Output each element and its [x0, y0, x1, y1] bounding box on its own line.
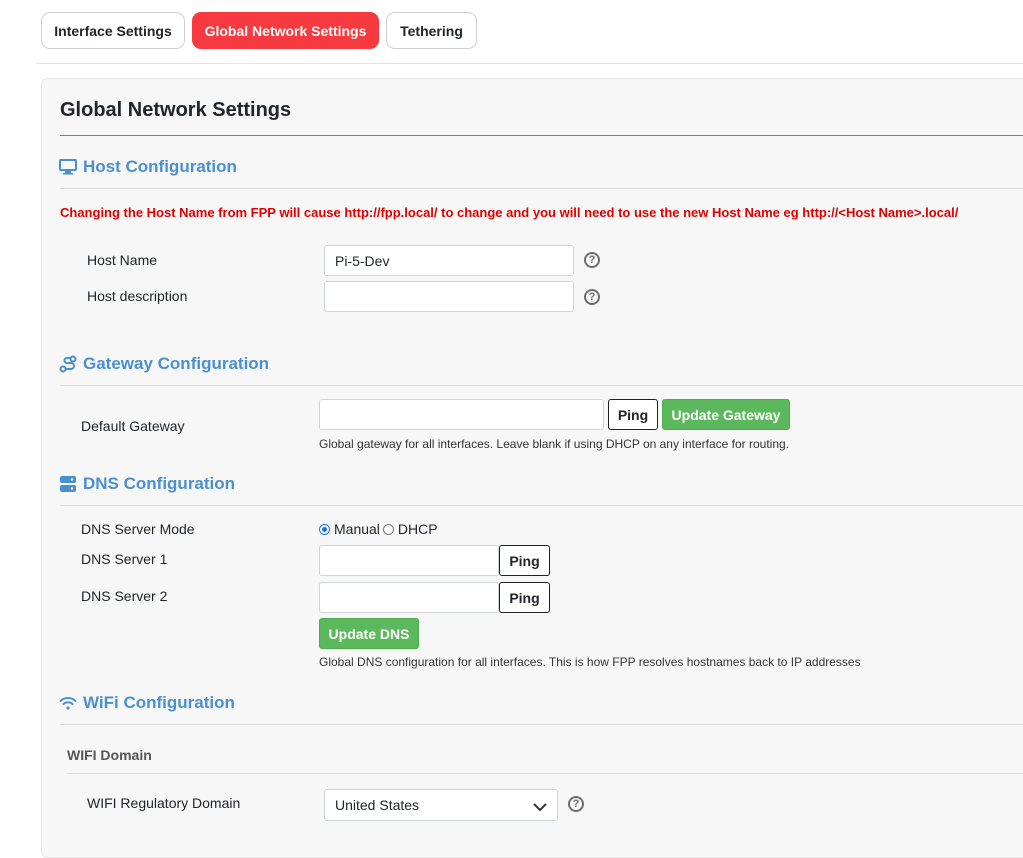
default-gateway-input[interactable]	[319, 399, 604, 430]
dns-server-2-label: DNS Server 2	[81, 588, 168, 604]
tab-divider	[36, 63, 1023, 64]
wifi-domain-help-icon[interactable]: ?	[568, 796, 584, 812]
page-title: Global Network Settings	[60, 99, 292, 121]
host-configuration-heading: Host Configuration	[59, 157, 237, 177]
default-gateway-label: Default Gateway	[81, 418, 185, 434]
wifi-domain-subheading: WIFI Domain	[67, 747, 152, 763]
wifi-icon	[59, 695, 77, 711]
wifi-regulatory-domain-value: United States	[335, 797, 420, 813]
wifi-regulatory-domain-label: WIFI Regulatory Domain	[87, 795, 241, 811]
dns-mode-manual-radio[interactable]	[319, 523, 330, 535]
update-dns-button[interactable]: Update DNS	[319, 618, 419, 649]
dns-server-1-input[interactable]	[319, 545, 499, 576]
tab-global-network-settings[interactable]: Global Network Settings	[192, 12, 379, 49]
wifi-domain-divider	[67, 773, 1023, 774]
dns-section-divider	[60, 505, 1023, 506]
title-divider	[60, 135, 1023, 136]
route-icon	[59, 355, 77, 373]
wifi-configuration-title: WiFi Configuration	[83, 693, 235, 712]
dns-server-1-label: DNS Server 1	[81, 551, 168, 567]
host-name-label: Host Name	[87, 252, 158, 268]
wifi-section-divider	[60, 724, 1023, 725]
host-description-help-icon[interactable]: ?	[584, 289, 600, 305]
gateway-section-divider	[60, 385, 1023, 386]
host-configuration-title: Host Configuration	[83, 157, 237, 176]
server-icon	[59, 475, 77, 493]
host-description-input[interactable]	[324, 281, 574, 312]
dns-mode-manual-label: Manual	[334, 521, 380, 537]
dns-mode-radio-group: Manual DHCP	[319, 521, 438, 537]
dns-configuration-heading: DNS Configuration	[59, 474, 235, 494]
chevron-down-icon	[533, 799, 547, 815]
wifi-configuration-heading: WiFi Configuration	[59, 693, 235, 713]
settings-panel	[41, 78, 1023, 858]
gateway-hint: Global gateway for all interfaces. Leave…	[319, 437, 790, 451]
dns-configuration-title: DNS Configuration	[83, 474, 236, 493]
host-name-help-icon[interactable]: ?	[584, 252, 600, 268]
dns-server-mode-label: DNS Server Mode	[81, 521, 195, 537]
dns-mode-dhcp-label: DHCP	[397, 521, 438, 537]
wifi-regulatory-domain-select[interactable]: United States	[324, 789, 558, 821]
host-section-divider	[60, 188, 1023, 189]
dns-mode-dhcp-radio[interactable]	[382, 523, 394, 535]
tab-interface-settings[interactable]: Interface Settings	[41, 12, 185, 49]
dns-server-2-input[interactable]	[319, 582, 499, 613]
dns-server-1-ping-button[interactable]: Ping	[499, 545, 550, 576]
gateway-configuration-heading: Gateway Configuration	[59, 354, 269, 374]
host-description-label: Host description	[87, 288, 188, 304]
gateway-ping-button[interactable]: Ping	[608, 399, 658, 430]
host-name-warning: Changing the Host Name from FPP will cau…	[60, 205, 959, 220]
dns-server-2-ping-button[interactable]: Ping	[499, 582, 550, 613]
monitor-icon	[59, 159, 77, 175]
update-gateway-button[interactable]: Update Gateway	[662, 399, 790, 430]
dns-hint: Global DNS configuration for all interfa…	[319, 655, 861, 669]
host-name-input[interactable]	[324, 245, 574, 276]
gateway-configuration-title: Gateway Configuration	[83, 354, 270, 373]
tab-tethering[interactable]: Tethering	[386, 12, 477, 49]
